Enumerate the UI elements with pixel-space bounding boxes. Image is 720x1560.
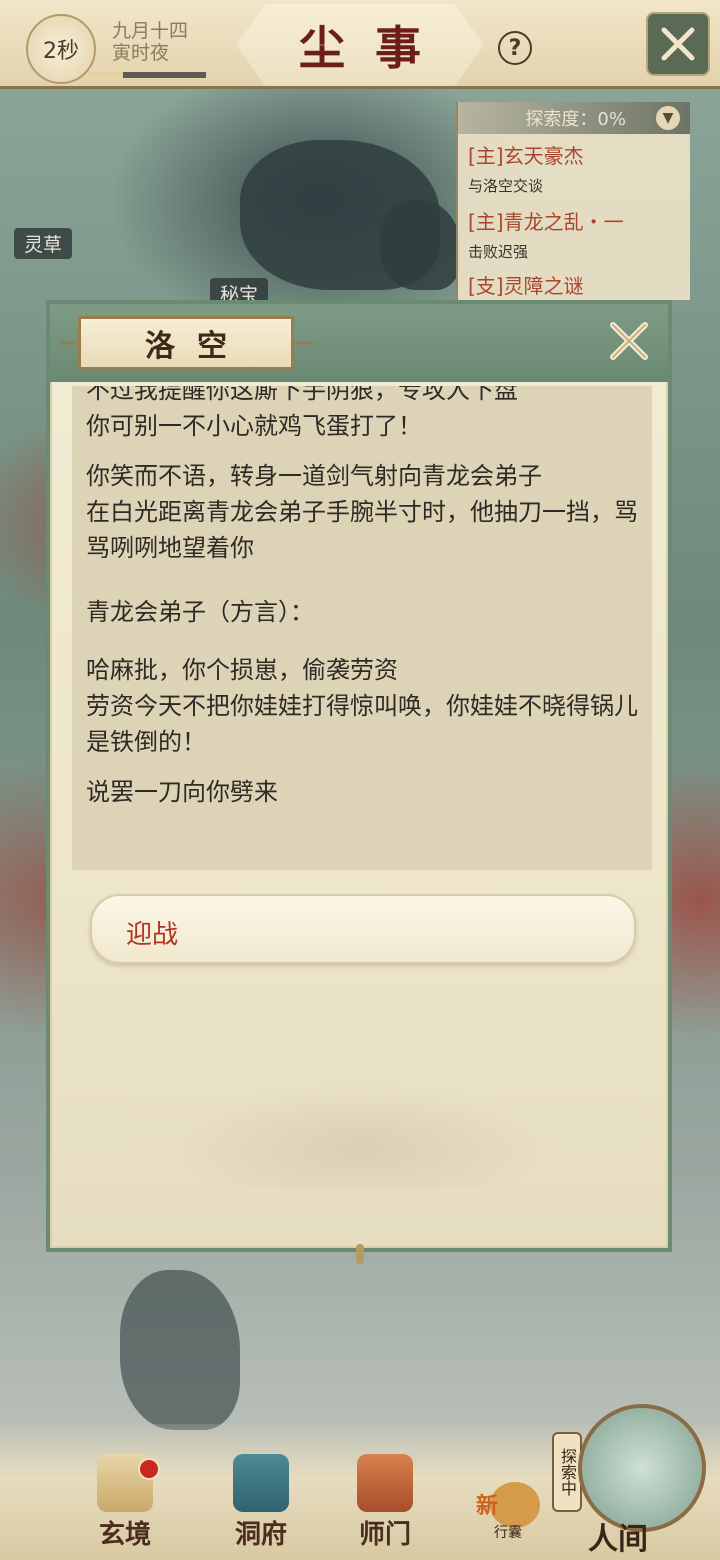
option-label: 迎战 xyxy=(126,920,179,950)
quest-desc: 与洛空交谈 xyxy=(468,177,544,195)
pin-decoration xyxy=(356,1244,364,1264)
nav-item-shimen[interactable]: 师门 xyxy=(330,1454,440,1554)
notification-badge xyxy=(138,1458,160,1480)
fight-option-button[interactable]: 迎战 xyxy=(90,894,636,964)
nav-label: 玄境 xyxy=(98,1520,151,1550)
realm-label: 人间 xyxy=(588,1522,648,1557)
time-line: 寅时夜 xyxy=(112,42,170,64)
dialog-window: 洛空 不过我提醒你这厮下手阴狠，专攻人下盘 你可别一不小心就鸡飞蛋打了！ 你笑而… xyxy=(46,300,672,1264)
quest-item[interactable]: [主]青龙之乱・一 击败迟强 xyxy=(468,206,624,262)
dialog-text: 不过我提醒你这厮下手阴狠，专攻人下盘 你可别一不小心就鸡飞蛋打了！ 你笑而不语，… xyxy=(86,386,646,824)
time-progress-bar xyxy=(88,72,206,78)
close-icon[interactable] xyxy=(606,318,652,364)
nav-label: 洞府 xyxy=(234,1520,287,1550)
page-title-plate: 尘事 xyxy=(236,4,484,86)
dialog-paragraph: 青龙会弟子（方言）： xyxy=(86,598,314,626)
crossed-swords-icon xyxy=(661,27,695,61)
top-bar: 2秒 九月十四 寅时夜 尘事 ? xyxy=(0,0,720,89)
exploration-bar: 探索度：0% ▼ xyxy=(458,102,690,134)
rock-decoration xyxy=(120,1270,240,1430)
new-tag: 新 xyxy=(476,1494,499,1519)
dialog-paragraph: 不过我提醒你这厮下手阴狠，专攻人下盘 你可别一不小心就鸡飞蛋打了！ xyxy=(86,386,518,440)
dialog-paragraph: 哈麻批，你个损崽，偷袭劳资 劳资今天不把你娃娃打得惊叫唤，你娃娃不晓得锅儿是铁倒… xyxy=(86,656,638,756)
dialog-header: 洛空 xyxy=(50,304,668,382)
realm-button[interactable]: 人间 xyxy=(568,1404,708,1557)
timer-badge: 2秒 xyxy=(26,14,96,84)
nav-item-dongfu[interactable]: 洞府 xyxy=(206,1454,316,1554)
pavilion-icon xyxy=(233,1454,289,1512)
chevron-down-icon[interactable]: ▼ xyxy=(656,106,680,130)
quest-item[interactable]: [主]玄天豪杰 与洛空交谈 xyxy=(468,140,584,196)
exploration-label: 探索度：0% xyxy=(525,109,626,130)
quest-title: [主]青龙之乱・一 xyxy=(468,210,624,234)
nav-item-xuanjing[interactable]: 玄境 xyxy=(70,1454,180,1554)
rock-decoration xyxy=(380,200,460,290)
nav-label: 师门 xyxy=(358,1520,411,1550)
page-title: 尘事 xyxy=(299,21,451,75)
map-label-herb[interactable]: 灵草 xyxy=(14,228,73,259)
quest-title: [支]灵障之谜 xyxy=(468,274,584,298)
dialog-paragraph: 说罢一刀向你劈来 xyxy=(86,778,278,806)
dialog-text-area[interactable]: 不过我提醒你这厮下手阴狠，专攻人下盘 你可别一不小心就鸡飞蛋打了！ 你笑而不语，… xyxy=(72,386,652,870)
mist-decoration xyxy=(90,988,630,1188)
speaker-plate: 洛空 xyxy=(59,316,313,370)
help-button[interactable]: ? xyxy=(498,31,532,65)
speaker-name: 洛空 xyxy=(145,329,249,364)
quest-item[interactable]: [支]灵障之谜 xyxy=(468,270,584,299)
quest-panel: 探索度：0% ▼ [主]玄天豪杰 与洛空交谈 [主]青龙之乱・一 击败迟强 [支… xyxy=(456,102,690,300)
mountain-landscape-icon xyxy=(578,1404,706,1532)
quest-title: [主]玄天豪杰 xyxy=(468,144,584,168)
bag-label: 行囊 xyxy=(494,1525,522,1541)
quest-desc: 击败迟强 xyxy=(468,243,529,261)
banner-icon xyxy=(357,1454,413,1512)
exit-button[interactable] xyxy=(646,12,710,76)
time-progress-fill xyxy=(88,72,124,78)
bag-button[interactable]: 新 行囊 xyxy=(476,1478,546,1548)
game-date: 九月十四 寅时夜 xyxy=(112,20,188,64)
dialog-paragraph: 你笑而不语，转身一道剑气射向青龙会弟子 在白光距离青龙会弟子手腕半寸时，他抽刀一… xyxy=(86,462,638,562)
date-line: 九月十四 xyxy=(112,20,189,42)
